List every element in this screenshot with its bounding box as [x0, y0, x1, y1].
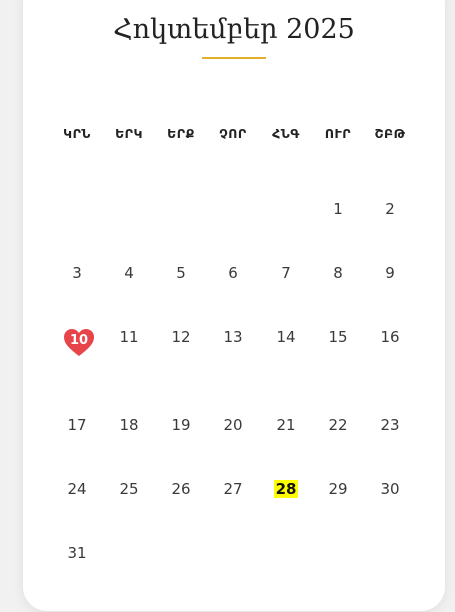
month-title: Հոկտեմբեր 2025 [113, 14, 355, 45]
weekday-label: ՇԲԹ [374, 126, 406, 141]
day-number: 11 [119, 328, 139, 346]
day-cell[interactable]: 20 [213, 416, 253, 434]
day-cell-favorite[interactable]: 10 [64, 329, 94, 357]
day-number: 7 [281, 264, 291, 282]
day-cell[interactable]: 12 [161, 328, 201, 346]
day-cell[interactable]: 5 [161, 264, 201, 282]
day-number: 26 [171, 480, 191, 498]
day-cell[interactable]: 6 [213, 264, 253, 282]
day-cell[interactable]: 27 [213, 480, 253, 498]
day-cell-today[interactable]: 28 [266, 480, 306, 498]
day-number: 19 [171, 416, 191, 434]
day-number: 5 [176, 264, 186, 282]
day-number: 31 [67, 544, 87, 562]
day-cell[interactable]: 4 [109, 264, 149, 282]
day-cell[interactable]: 9 [370, 264, 410, 282]
day-number: 25 [119, 480, 139, 498]
day-number: 29 [328, 480, 348, 498]
day-cell[interactable]: 18 [109, 416, 149, 434]
day-cell[interactable]: 17 [57, 416, 97, 434]
day-number: 20 [223, 416, 243, 434]
day-number: 3 [72, 264, 82, 282]
day-cell[interactable]: 24 [57, 480, 97, 498]
day-number: 6 [228, 264, 238, 282]
day-cell[interactable]: 13 [213, 328, 253, 346]
day-number: 1 [333, 200, 343, 218]
day-number: 18 [119, 416, 139, 434]
day-number: 12 [171, 328, 191, 346]
day-cell[interactable]: 31 [57, 544, 97, 562]
day-cell[interactable]: 2 [370, 200, 410, 218]
weekday-label: ԿՐՆ [63, 126, 91, 141]
day-cell[interactable]: 3 [57, 264, 97, 282]
day-number: 4 [124, 264, 134, 282]
day-number: 2 [385, 200, 395, 218]
day-cell[interactable]: 16 [370, 328, 410, 346]
day-number: 22 [328, 416, 348, 434]
day-cell[interactable]: 23 [370, 416, 410, 434]
day-number: 14 [276, 328, 296, 346]
day-cell[interactable]: 15 [318, 328, 358, 346]
day-cell[interactable]: 21 [266, 416, 306, 434]
day-cell[interactable]: 26 [161, 480, 201, 498]
calendar-card: Հոկտեմբեր 2025 ԿՐՆ ԵՐԿ ԵՐՔ ՉՈՐ ՀՆԳ ՈՒՐ ՇԲԹ 123… [23, 0, 445, 611]
day-number: 24 [67, 480, 87, 498]
day-number: 21 [276, 416, 296, 434]
day-cell[interactable]: 30 [370, 480, 410, 498]
day-number: 17 [67, 416, 87, 434]
weekday-label: ՉՈՐ [219, 126, 247, 141]
day-number: 15 [328, 328, 348, 346]
day-number: 30 [380, 480, 400, 498]
day-cell[interactable]: 22 [318, 416, 358, 434]
day-number: 10 [69, 333, 89, 348]
weekday-label: ՈՒՐ [324, 126, 352, 141]
day-cell[interactable]: 29 [318, 480, 358, 498]
day-cell[interactable]: 1 [318, 200, 358, 218]
day-number: 13 [223, 328, 243, 346]
day-number: 16 [380, 328, 400, 346]
weekday-label: ԵՐՔ [167, 126, 195, 141]
day-cell[interactable]: 14 [266, 328, 306, 346]
day-cell[interactable]: 19 [161, 416, 201, 434]
day-cell[interactable]: 7 [266, 264, 306, 282]
day-cell[interactable]: 11 [109, 328, 149, 346]
day-number: 9 [385, 264, 395, 282]
day-number: 8 [333, 264, 343, 282]
title-underline [202, 57, 266, 59]
weekday-label: ՀՆԳ [272, 126, 300, 141]
day-cell[interactable]: 8 [318, 264, 358, 282]
day-number: 28 [273, 480, 299, 498]
weekday-label: ԵՐԿ [115, 126, 143, 141]
day-number: 23 [380, 416, 400, 434]
day-cell[interactable]: 25 [109, 480, 149, 498]
day-number: 27 [223, 480, 243, 498]
